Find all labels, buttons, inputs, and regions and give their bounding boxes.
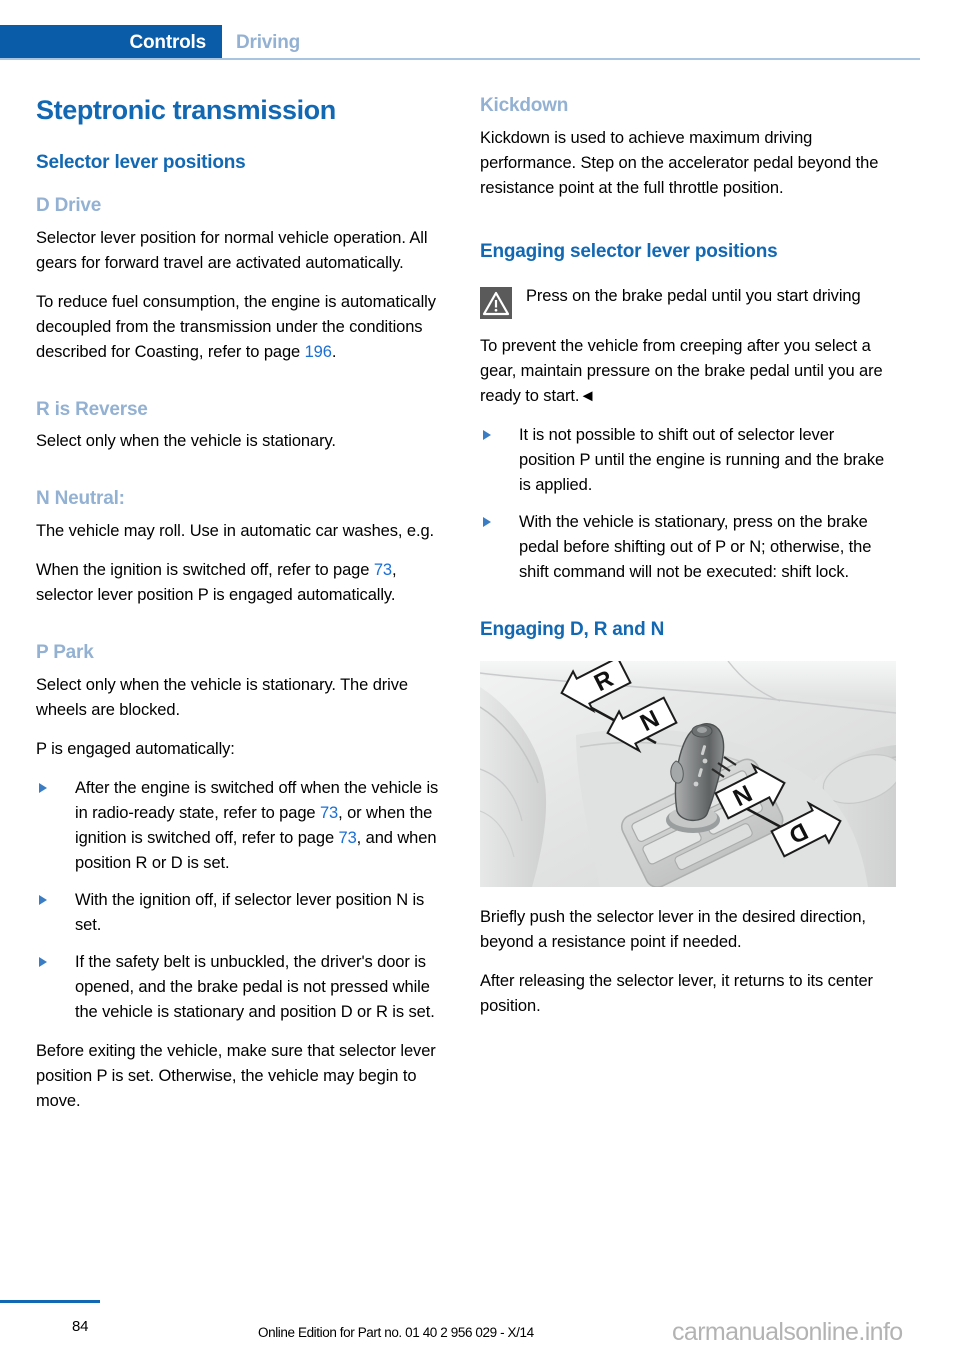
triangle-bullet-icon: [39, 895, 47, 906]
page-number: 84: [72, 1318, 89, 1335]
warning-callout: Press on the brake pedal until you start…: [480, 284, 892, 320]
breadcrumb-tab-driving[interactable]: Driving: [236, 32, 300, 54]
section-heading-engaging-d-r-and-n: Engaging D, R and N: [480, 618, 665, 640]
triangle-bullet-icon: [39, 783, 47, 794]
subheading-p-park: P Park: [36, 642, 94, 664]
list-item: After the engine is switched off when th…: [36, 776, 448, 876]
paragraph-engaging-positions-1: To prevent the vehicle from creeping aft…: [480, 336, 883, 405]
paragraph-engaging-drn-2: After releasing the selector lever, it r…: [480, 972, 873, 1016]
breadcrumb-tab-controls-label: Controls: [129, 32, 206, 53]
list-item-text: It is not possible to shift out of selec…: [519, 425, 885, 494]
paragraph-p-park-1: Select only when the vehicle is stationa…: [36, 676, 408, 720]
triangle-bullet-icon: [483, 429, 491, 440]
list-item-text: If the safety belt is unbuckled, the dri…: [75, 953, 435, 1022]
paragraph-d-drive-1: Selector lever position for normal vehic…: [36, 228, 428, 272]
figure-selector-lever-illustration: R N N D: [480, 661, 896, 888]
breadcrumb-tab-controls[interactable]: Controls: [0, 25, 222, 59]
triangle-bullet-icon: [483, 516, 491, 527]
section-heading-engaging-selector-lever-positions: Engaging selector lever positions: [480, 240, 778, 262]
list-p-engaged-automatically: After the engine is switched off when th…: [36, 776, 448, 1025]
header-divider: [0, 58, 920, 60]
list-engaging-positions-notes: It is not possible to shift out of selec…: [480, 423, 892, 585]
footer-edition-notice: Online Edition for Part no. 01 40 2 956 …: [258, 1325, 534, 1340]
paragraph-p-park-2: P is engaged automatically:: [36, 740, 235, 759]
list-item: If the safety belt is unbuckled, the dri…: [36, 950, 448, 1025]
page-link-73-a[interactable]: 73: [374, 561, 392, 579]
warning-triangle-icon: [480, 286, 512, 319]
page-link-73-b[interactable]: 73: [320, 804, 338, 822]
paragraph-kickdown-1: Kickdown is used to achieve maximum driv…: [480, 128, 879, 197]
paragraph-d-drive-2-part2: .: [331, 342, 337, 361]
page-link-73-c[interactable]: 73: [339, 829, 357, 847]
footer-divider: [0, 1300, 100, 1303]
paragraph-engaging-drn-1: Briefly push the selector lever in the d…: [480, 908, 866, 952]
list-item: With the vehicle is stationary, press on…: [480, 510, 892, 585]
list-item: It is not possible to shift out of selec…: [480, 423, 892, 498]
paragraph-n-neutral-1: The vehicle may roll. Use in automatic c…: [36, 522, 435, 541]
list-item-text: With the ignition off, if selector lever…: [75, 891, 425, 935]
subheading-kickdown: Kickdown: [480, 95, 569, 116]
paragraph-n-neutral-2-part1: When the ignition is switched off, refer…: [36, 561, 374, 580]
paragraph-d-drive-2: To reduce fuel consumption, the engine i…: [36, 290, 448, 365]
list-item: With the ignition off, if selector lever…: [36, 888, 448, 938]
right-column: Kickdown Kickdown is used to achieve max…: [480, 95, 896, 1019]
left-column: Steptronic transmission Selector lever p…: [36, 95, 448, 1114]
triangle-bullet-icon: [39, 957, 47, 968]
paragraph-p-park-3: Before exiting the vehicle, make sure th…: [36, 1042, 436, 1111]
subheading-r-is-reverse: R is Reverse: [36, 398, 148, 420]
site-watermark: carmanualsonline.info: [672, 1318, 903, 1346]
section-heading-selector-lever-positions: Selector lever positions: [36, 152, 246, 174]
paragraph-r-reverse-1: Select only when the vehicle is stationa…: [36, 432, 336, 451]
paragraph-d-drive-2-part1: To reduce fuel consumption, the engine i…: [36, 292, 436, 361]
list-item-text: With the vehicle is stationary, press on…: [519, 512, 872, 581]
warning-text: Press on the brake pedal until you start…: [526, 286, 861, 305]
page-header: Controls Driving: [0, 25, 960, 61]
paragraph-n-neutral-2: When the ignition is switched off, refer…: [36, 558, 448, 608]
page-title: Steptronic transmission: [36, 95, 336, 125]
subheading-n-neutral: N Neutral:: [36, 488, 125, 510]
page-link-196[interactable]: 196: [305, 343, 332, 361]
subheading-d-drive: D Drive: [36, 194, 102, 216]
